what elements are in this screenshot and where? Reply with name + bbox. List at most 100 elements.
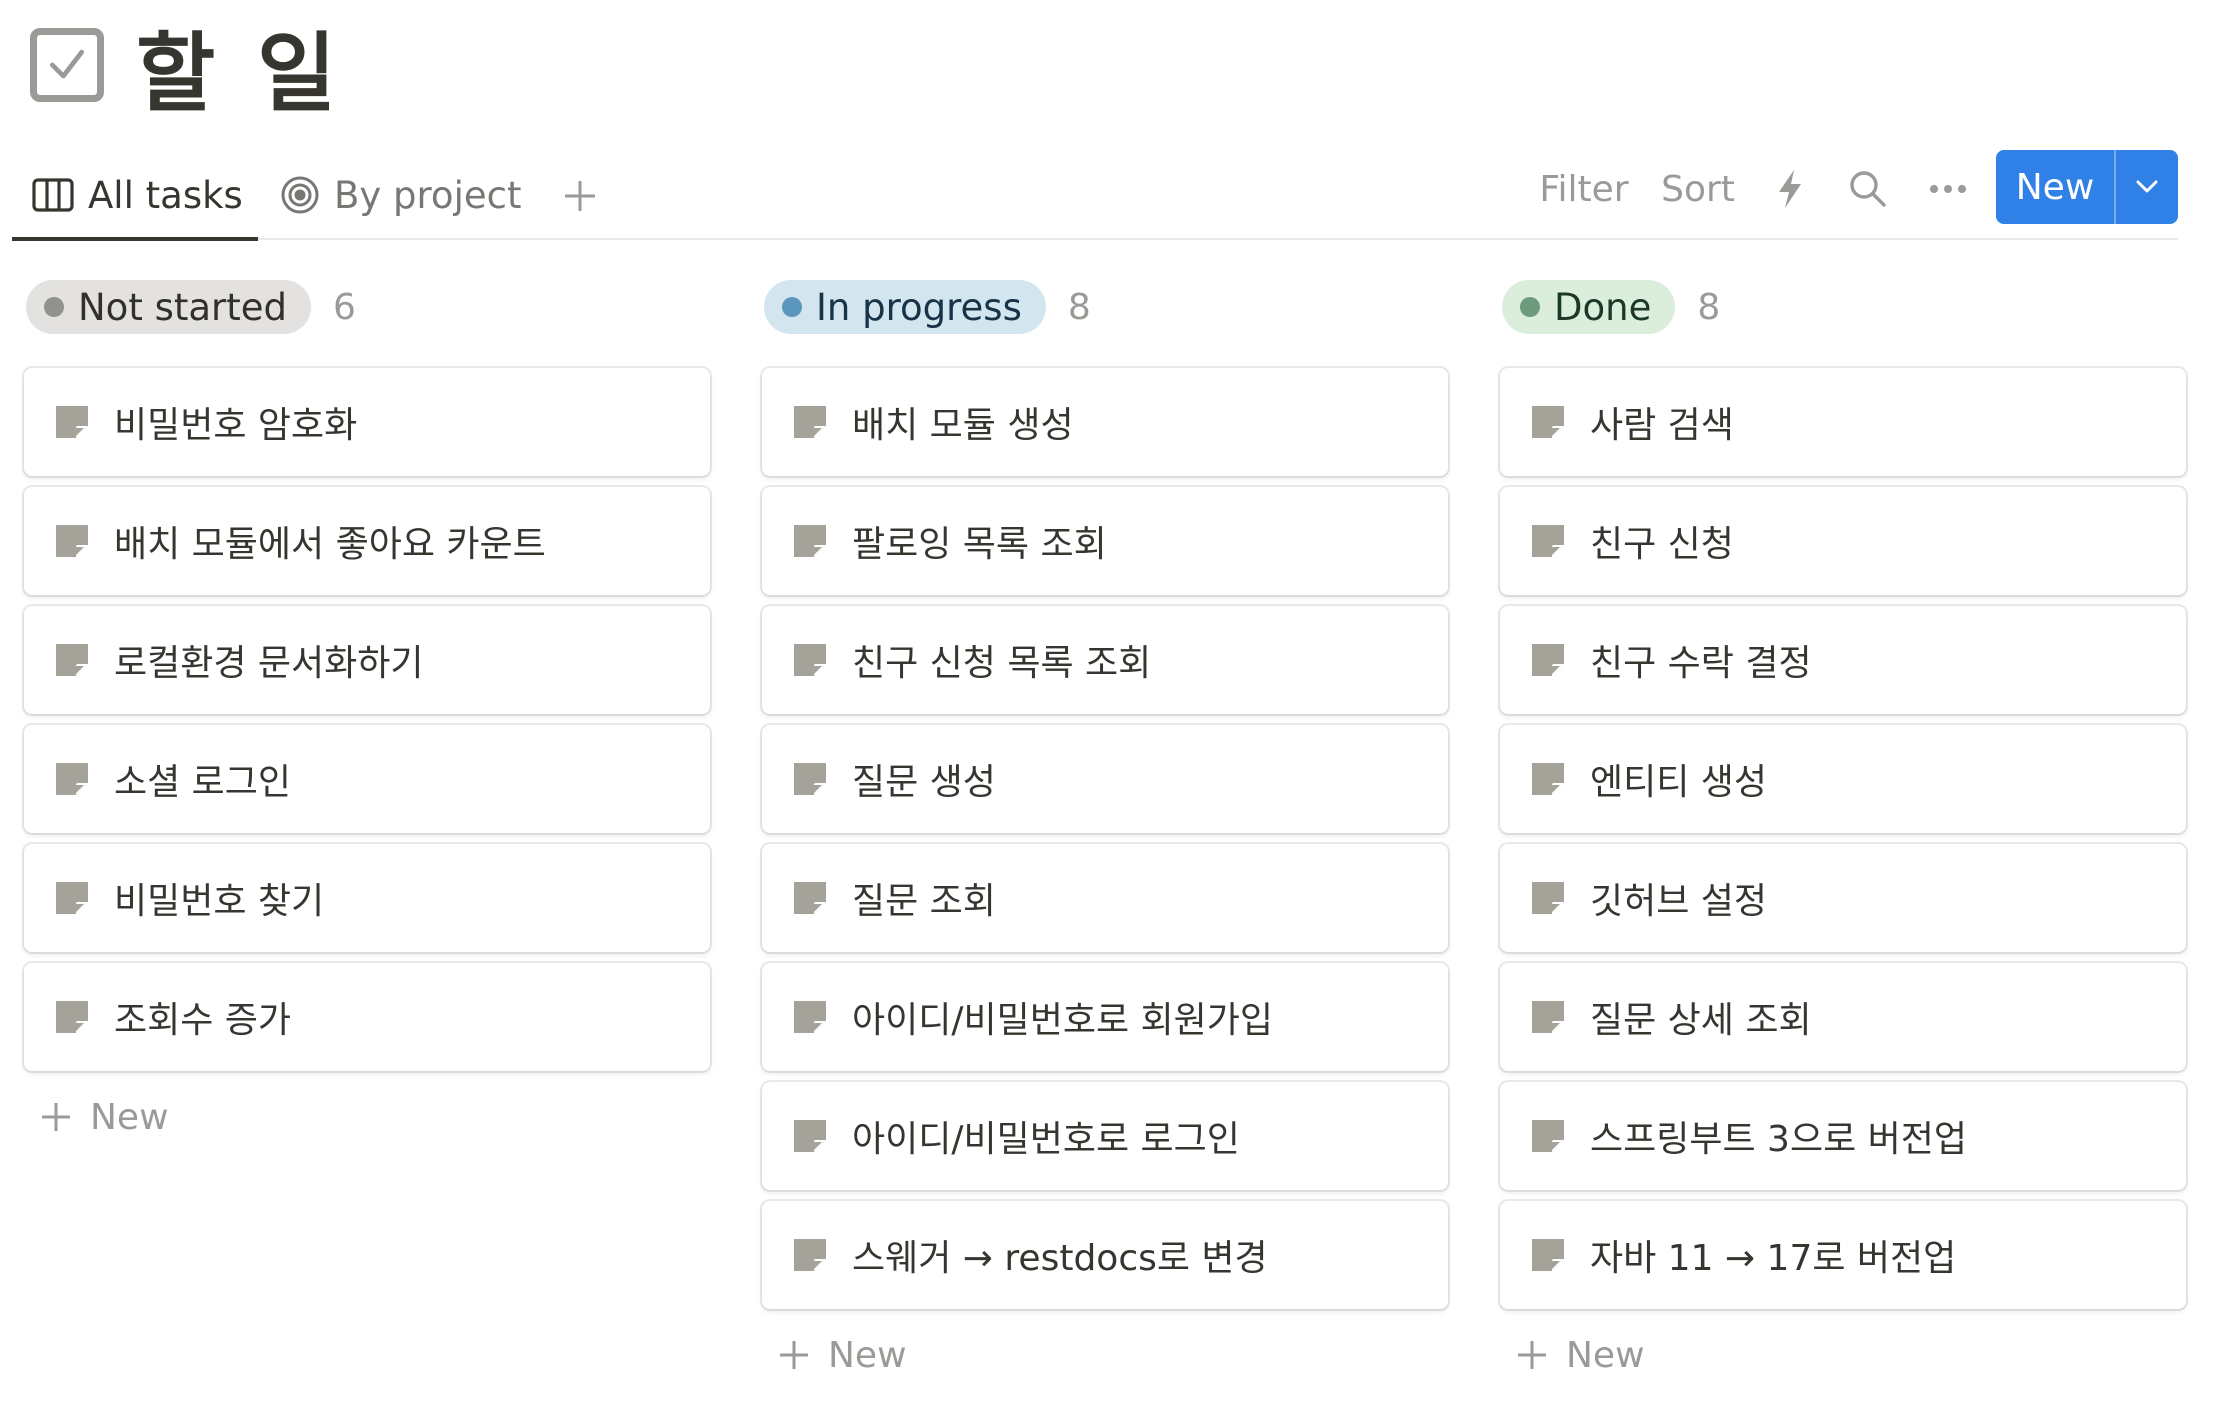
active-tab-indicator — [12, 237, 258, 241]
plus-icon — [1518, 1341, 1546, 1369]
page-icon — [792, 523, 828, 559]
search-button[interactable] — [1838, 150, 1898, 228]
page-icon — [1530, 642, 1566, 678]
task-card[interactable]: 소셜 로그인 — [24, 725, 710, 833]
status-badge[interactable]: In progress — [764, 280, 1046, 334]
page-icon — [1530, 761, 1566, 797]
chevron-down-icon — [2136, 180, 2158, 193]
status-badge[interactable]: Done — [1502, 280, 1676, 334]
automation-button[interactable] — [1760, 150, 1820, 228]
page-icon — [792, 1237, 828, 1273]
card-list: 사람 검색친구 신청친구 수락 결정엔티티 생성깃허브 설정질문 상세 조회스프… — [1500, 368, 2186, 1390]
page-icon — [54, 761, 90, 797]
page-icon — [54, 999, 90, 1035]
task-card[interactable]: 스프링부트 3으로 버전업 — [1500, 1082, 2186, 1190]
page-header: 할 일 — [30, 20, 342, 124]
page-icon — [54, 523, 90, 559]
task-card[interactable]: 질문 조회 — [762, 844, 1448, 952]
task-title: 비밀번호 암호화 — [114, 405, 358, 446]
task-title: 팔로잉 목록 조회 — [852, 524, 1107, 565]
card-list: 비밀번호 암호화배치 모듈에서 좋아요 카운트로컬환경 문서화하기소셜 로그인비… — [24, 368, 710, 1152]
board-icon — [32, 178, 74, 212]
tab-label: All tasks — [88, 173, 243, 217]
page-icon — [1530, 999, 1566, 1035]
column-header: Done 8 — [1502, 280, 2186, 334]
task-card[interactable]: 조회수 증가 — [24, 963, 710, 1071]
column-count: 6 — [333, 286, 356, 328]
task-title: 깃허브 설정 — [1590, 881, 1768, 922]
task-title: 자바 11 → 17로 버전업 — [1590, 1238, 1957, 1279]
page-title[interactable]: 할 일 — [136, 3, 342, 128]
status-label: Not started — [78, 285, 288, 329]
checkbox-icon[interactable] — [30, 28, 104, 102]
board-column: In progress 8 배치 모듈 생성 팔로잉 목록 조회 친구 신청 목록 조회… — [762, 280, 1448, 1390]
task-card[interactable]: 로컬환경 문서화하기 — [24, 606, 710, 714]
tab-by-project[interactable]: By project — [280, 150, 521, 240]
card-list: 배치 모듈 생성팔로잉 목록 조회친구 신청 목록 조회질문 생성질문 조회아이… — [762, 368, 1448, 1390]
task-title: 질문 생성 — [852, 762, 996, 803]
new-button-group: New — [1996, 150, 2178, 224]
view-bar: All tasks By project Filter Sort New — [12, 150, 2178, 241]
add-card-button[interactable]: New — [24, 1082, 710, 1152]
task-card[interactable]: 친구 신청 — [1500, 487, 2186, 595]
task-card[interactable]: 스웨거 → restdocs로 변경 — [762, 1201, 1448, 1309]
status-dot — [44, 297, 64, 317]
status-label: Done — [1554, 285, 1652, 329]
page-icon — [792, 761, 828, 797]
new-button[interactable]: New — [1996, 150, 2114, 224]
board-column: Done 8 사람 검색친구 신청친구 수락 결정엔티티 생성깃허브 설정질문 상세… — [1500, 280, 2186, 1390]
new-options-button[interactable] — [2116, 150, 2178, 224]
lightning-icon — [1779, 170, 1801, 208]
task-title: 질문 상세 조회 — [1590, 1000, 1812, 1041]
task-card[interactable]: 배치 모듈 생성 — [762, 368, 1448, 476]
column-count: 8 — [1697, 286, 1721, 328]
filter-button[interactable]: Filter — [1524, 150, 1644, 228]
add-view-button[interactable] — [550, 166, 610, 226]
page-icon — [1530, 523, 1566, 559]
search-icon — [1850, 171, 1886, 207]
sort-button[interactable]: Sort — [1648, 150, 1748, 228]
page-icon — [1530, 1118, 1566, 1154]
task-title: 아이디/비밀번호로 로그인 — [852, 1119, 1240, 1160]
page-icon — [54, 880, 90, 916]
task-title: 조회수 증가 — [114, 1000, 292, 1041]
status-dot — [1520, 297, 1540, 317]
page-icon — [1530, 404, 1566, 440]
task-title: 아이디/비밀번호로 회원가입 — [852, 1000, 1274, 1041]
status-badge[interactable]: Not started — [26, 280, 312, 334]
more-button[interactable] — [1918, 150, 1978, 228]
task-card[interactable]: 질문 생성 — [762, 725, 1448, 833]
task-card[interactable]: 팔로잉 목록 조회 — [762, 487, 1448, 595]
task-card[interactable]: 친구 신청 목록 조회 — [762, 606, 1448, 714]
plus-icon — [565, 181, 595, 211]
board-column: Not started 6 비밀번호 암호화배치 모듈에서 좋아요 카운트로컬환경 … — [24, 280, 710, 1152]
add-card-button[interactable]: New — [1500, 1320, 2186, 1390]
column-header: Not started 6 — [26, 280, 710, 334]
tab-all-tasks[interactable]: All tasks — [32, 150, 243, 240]
task-title: 친구 신청 목록 조회 — [852, 643, 1152, 684]
task-card[interactable]: 질문 상세 조회 — [1500, 963, 2186, 1071]
page-icon — [1530, 880, 1566, 916]
task-card[interactable]: 비밀번호 찾기 — [24, 844, 710, 952]
status-dot — [782, 297, 802, 317]
task-title: 배치 모듈 생성 — [852, 405, 1074, 446]
task-title: 사람 검색 — [1590, 405, 1734, 446]
add-card-button[interactable]: New — [762, 1320, 1448, 1390]
task-card[interactable]: 비밀번호 암호화 — [24, 368, 710, 476]
task-card[interactable]: 사람 검색 — [1500, 368, 2186, 476]
page-icon — [792, 999, 828, 1035]
task-title: 스프링부트 3으로 버전업 — [1590, 1119, 1967, 1160]
task-card[interactable]: 자바 11 → 17로 버전업 — [1500, 1201, 2186, 1309]
plus-icon — [42, 1103, 70, 1131]
task-card[interactable]: 엔티티 생성 — [1500, 725, 2186, 833]
task-card[interactable]: 친구 수락 결정 — [1500, 606, 2186, 714]
task-title: 엔티티 생성 — [1590, 762, 1768, 803]
task-card[interactable]: 아이디/비밀번호로 회원가입 — [762, 963, 1448, 1071]
status-label: In progress — [816, 285, 1022, 329]
tab-label: By project — [334, 173, 522, 217]
task-card[interactable]: 배치 모듈에서 좋아요 카운트 — [24, 487, 710, 595]
add-card-label: New — [828, 1334, 907, 1376]
task-card[interactable]: 아이디/비밀번호로 로그인 — [762, 1082, 1448, 1190]
task-title: 배치 모듈에서 좋아요 카운트 — [114, 524, 546, 565]
task-card[interactable]: 깃허브 설정 — [1500, 844, 2186, 952]
